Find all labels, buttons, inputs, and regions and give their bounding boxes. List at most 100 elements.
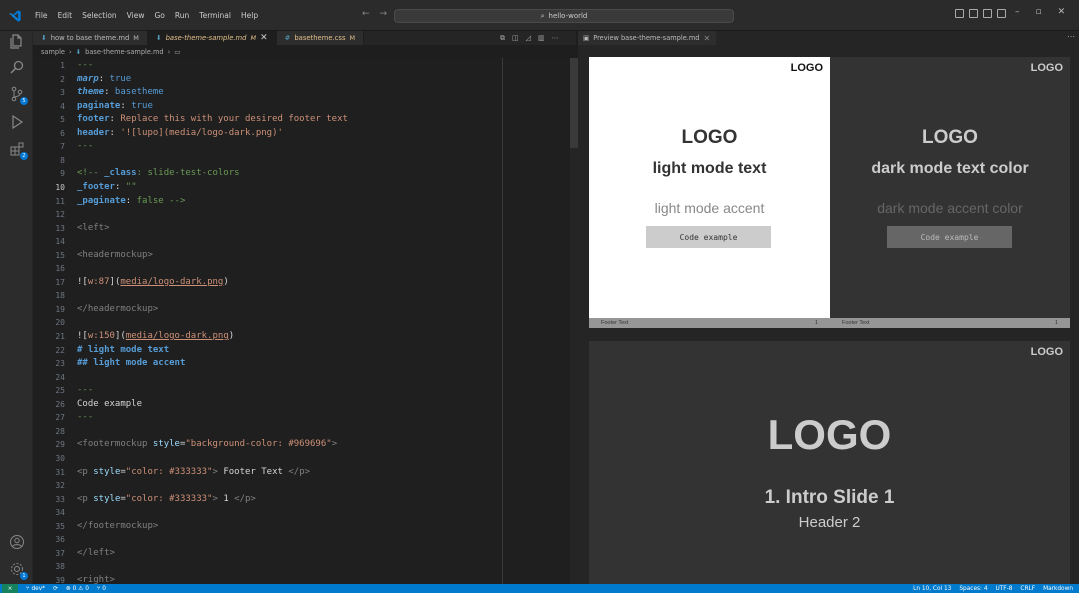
footer-text: Footer Text: [601, 320, 629, 326]
code-line[interactable]: 21 ![w:150](media/logo-dark.png): [33, 330, 570, 344]
menu-edit[interactable]: Edit: [53, 10, 78, 22]
end-of-line[interactable]: CRLF: [1020, 586, 1035, 592]
customize-layout-icon[interactable]: [997, 9, 1006, 18]
run-debug-icon[interactable]: [9, 114, 25, 130]
more-actions-icon[interactable]: ⋯: [1067, 32, 1075, 41]
tab-basetheme-css[interactable]: # basetheme.css M: [276, 31, 365, 45]
code-line[interactable]: 26 Code example: [33, 398, 570, 412]
code-line[interactable]: 11 _paginate: false -->: [33, 195, 570, 209]
menu-view[interactable]: View: [122, 10, 150, 22]
code-line[interactable]: 15 <headermockup>: [33, 249, 570, 263]
code-line[interactable]: 9 <!-- _class: slide-test-colors: [33, 167, 570, 181]
branch-icon: ⑂: [26, 585, 30, 592]
remote-icon[interactable]: ⨯: [2, 584, 18, 593]
breadcrumb-file[interactable]: base-theme-sample.md: [85, 48, 163, 56]
tab-base-theme-sample[interactable]: ⬇ base-theme-sample.md M ✕: [147, 31, 277, 45]
code-line[interactable]: 8: [33, 154, 570, 168]
encoding[interactable]: UTF-8: [996, 586, 1013, 592]
breadcrumb-folder[interactable]: sample: [41, 48, 65, 56]
menu-run[interactable]: Run: [170, 10, 194, 22]
code-line[interactable]: 20: [33, 316, 570, 330]
code-line[interactable]: 31 <p style="color: #333333"> Footer Text…: [33, 466, 570, 480]
slide-footer: Footer Text 1: [589, 318, 830, 328]
close-tab-icon[interactable]: ✕: [703, 34, 710, 43]
toggle-panel-icon[interactable]: [969, 9, 978, 18]
code-line[interactable]: 24: [33, 371, 570, 385]
code-line[interactable]: 1 ---: [33, 59, 570, 73]
menu-file[interactable]: File: [30, 10, 53, 22]
code-line[interactable]: 2 marp: true: [33, 73, 570, 87]
sync-icon[interactable]: ⟳: [53, 586, 58, 592]
code-line[interactable]: 39 <right>: [33, 574, 570, 584]
split-editor-icon[interactable]: ▥: [538, 34, 545, 43]
code-line[interactable]: 29 <footermockup style="background-color:…: [33, 438, 570, 452]
close-window-icon[interactable]: ✕: [1058, 7, 1066, 17]
back-arrow-icon[interactable]: ←: [362, 9, 370, 19]
toggle-sidebar-icon[interactable]: [955, 9, 964, 18]
code-editor[interactable]: 1 --- 2 marp: true 3 theme: basetheme 4 paginat…: [33, 58, 570, 584]
language-mode[interactable]: Markdown: [1043, 586, 1073, 592]
command-center-search[interactable]: ⌕ hello-world: [394, 9, 734, 23]
code-line[interactable]: 13 <left>: [33, 222, 570, 236]
git-branch[interactable]: dev*: [31, 586, 45, 592]
indentation[interactable]: Spaces: 4: [959, 586, 987, 592]
code-line[interactable]: 22 # light mode text: [33, 344, 570, 358]
code-line[interactable]: 32: [33, 479, 570, 493]
code-line[interactable]: 27 ---: [33, 411, 570, 425]
more-actions-icon[interactable]: ⋯: [552, 34, 559, 43]
code-line[interactable]: 25 ---: [33, 384, 570, 398]
code-text: marp: true: [77, 73, 132, 84]
account-icon[interactable]: [9, 534, 25, 550]
code-line[interactable]: 7 ---: [33, 140, 570, 154]
tab-how-to-base-theme[interactable]: ⬇ how to base theme.md M: [33, 31, 148, 45]
line-number: 33: [55, 494, 65, 504]
code-text: <p style="color: #333333"> 1 </p>: [77, 493, 256, 504]
ports-indicator[interactable]: ⑂ 0: [97, 586, 106, 592]
toggle-secondary-sidebar-icon[interactable]: [983, 9, 992, 18]
code-line[interactable]: 30: [33, 452, 570, 466]
tab-preview[interactable]: ▣ Preview base-theme-sample.md ✕: [578, 31, 716, 45]
line-number: 5: [60, 115, 65, 125]
code-line[interactable]: 17 ![w:87](media/logo-dark.png): [33, 276, 570, 290]
code-line[interactable]: 10 _footer: "": [33, 181, 570, 195]
code-line[interactable]: 6 header: '![lupo](media/logo-dark.png)': [33, 127, 570, 141]
marp-icon[interactable]: ◿: [526, 34, 531, 43]
code-line[interactable]: 33 <p style="color: #333333"> 1 </p>: [33, 493, 570, 507]
code-text: <right>: [77, 574, 115, 584]
code-line[interactable]: 16: [33, 262, 570, 276]
slide-logo: LOGO: [681, 127, 738, 148]
restore-icon[interactable]: ▫: [1036, 7, 1042, 17]
code-line[interactable]: 4 paginate: true: [33, 100, 570, 114]
code-line[interactable]: 36: [33, 533, 570, 547]
minimize-icon[interactable]: –: [1015, 7, 1020, 17]
explorer-icon[interactable]: [9, 33, 25, 49]
code-line[interactable]: 12: [33, 208, 570, 222]
line-number: 19: [55, 304, 65, 314]
code-line[interactable]: 18: [33, 289, 570, 303]
close-tab-icon[interactable]: ✕: [260, 33, 268, 43]
code-line[interactable]: 38: [33, 560, 570, 574]
menu-help[interactable]: Help: [236, 10, 263, 22]
menu-selection[interactable]: Selection: [77, 10, 122, 22]
code-line[interactable]: 34: [33, 506, 570, 520]
code-line[interactable]: 14: [33, 235, 570, 249]
forward-arrow-icon[interactable]: →: [380, 9, 388, 19]
breadcrumb-symbol[interactable]: ▭: [174, 48, 180, 56]
split-preview-icon[interactable]: ◫: [512, 34, 519, 43]
search-icon[interactable]: [9, 59, 25, 75]
code-line[interactable]: 5 footer: Replace this with your desired …: [33, 113, 570, 127]
menu-go[interactable]: Go: [149, 10, 169, 22]
minimap-slider[interactable]: [570, 58, 578, 148]
line-number: 13: [55, 223, 65, 233]
code-line[interactable]: 3 theme: basetheme: [33, 86, 570, 100]
menu-terminal[interactable]: Terminal: [194, 10, 236, 22]
cursor-position[interactable]: Ln 10, Col 13: [913, 586, 951, 592]
code-line[interactable]: 23 ## light mode accent: [33, 357, 570, 371]
code-line[interactable]: 28: [33, 425, 570, 439]
code-line[interactable]: 19 </headermockup>: [33, 303, 570, 317]
problems-indicator[interactable]: ⊗ 0 ⚠ 0: [66, 586, 89, 592]
code-line[interactable]: 35 </footermockup>: [33, 520, 570, 534]
code-text: ![w:150](media/logo-dark.png): [77, 331, 235, 341]
open-preview-icon[interactable]: ⧉: [500, 34, 505, 43]
code-line[interactable]: 37 </left>: [33, 547, 570, 561]
